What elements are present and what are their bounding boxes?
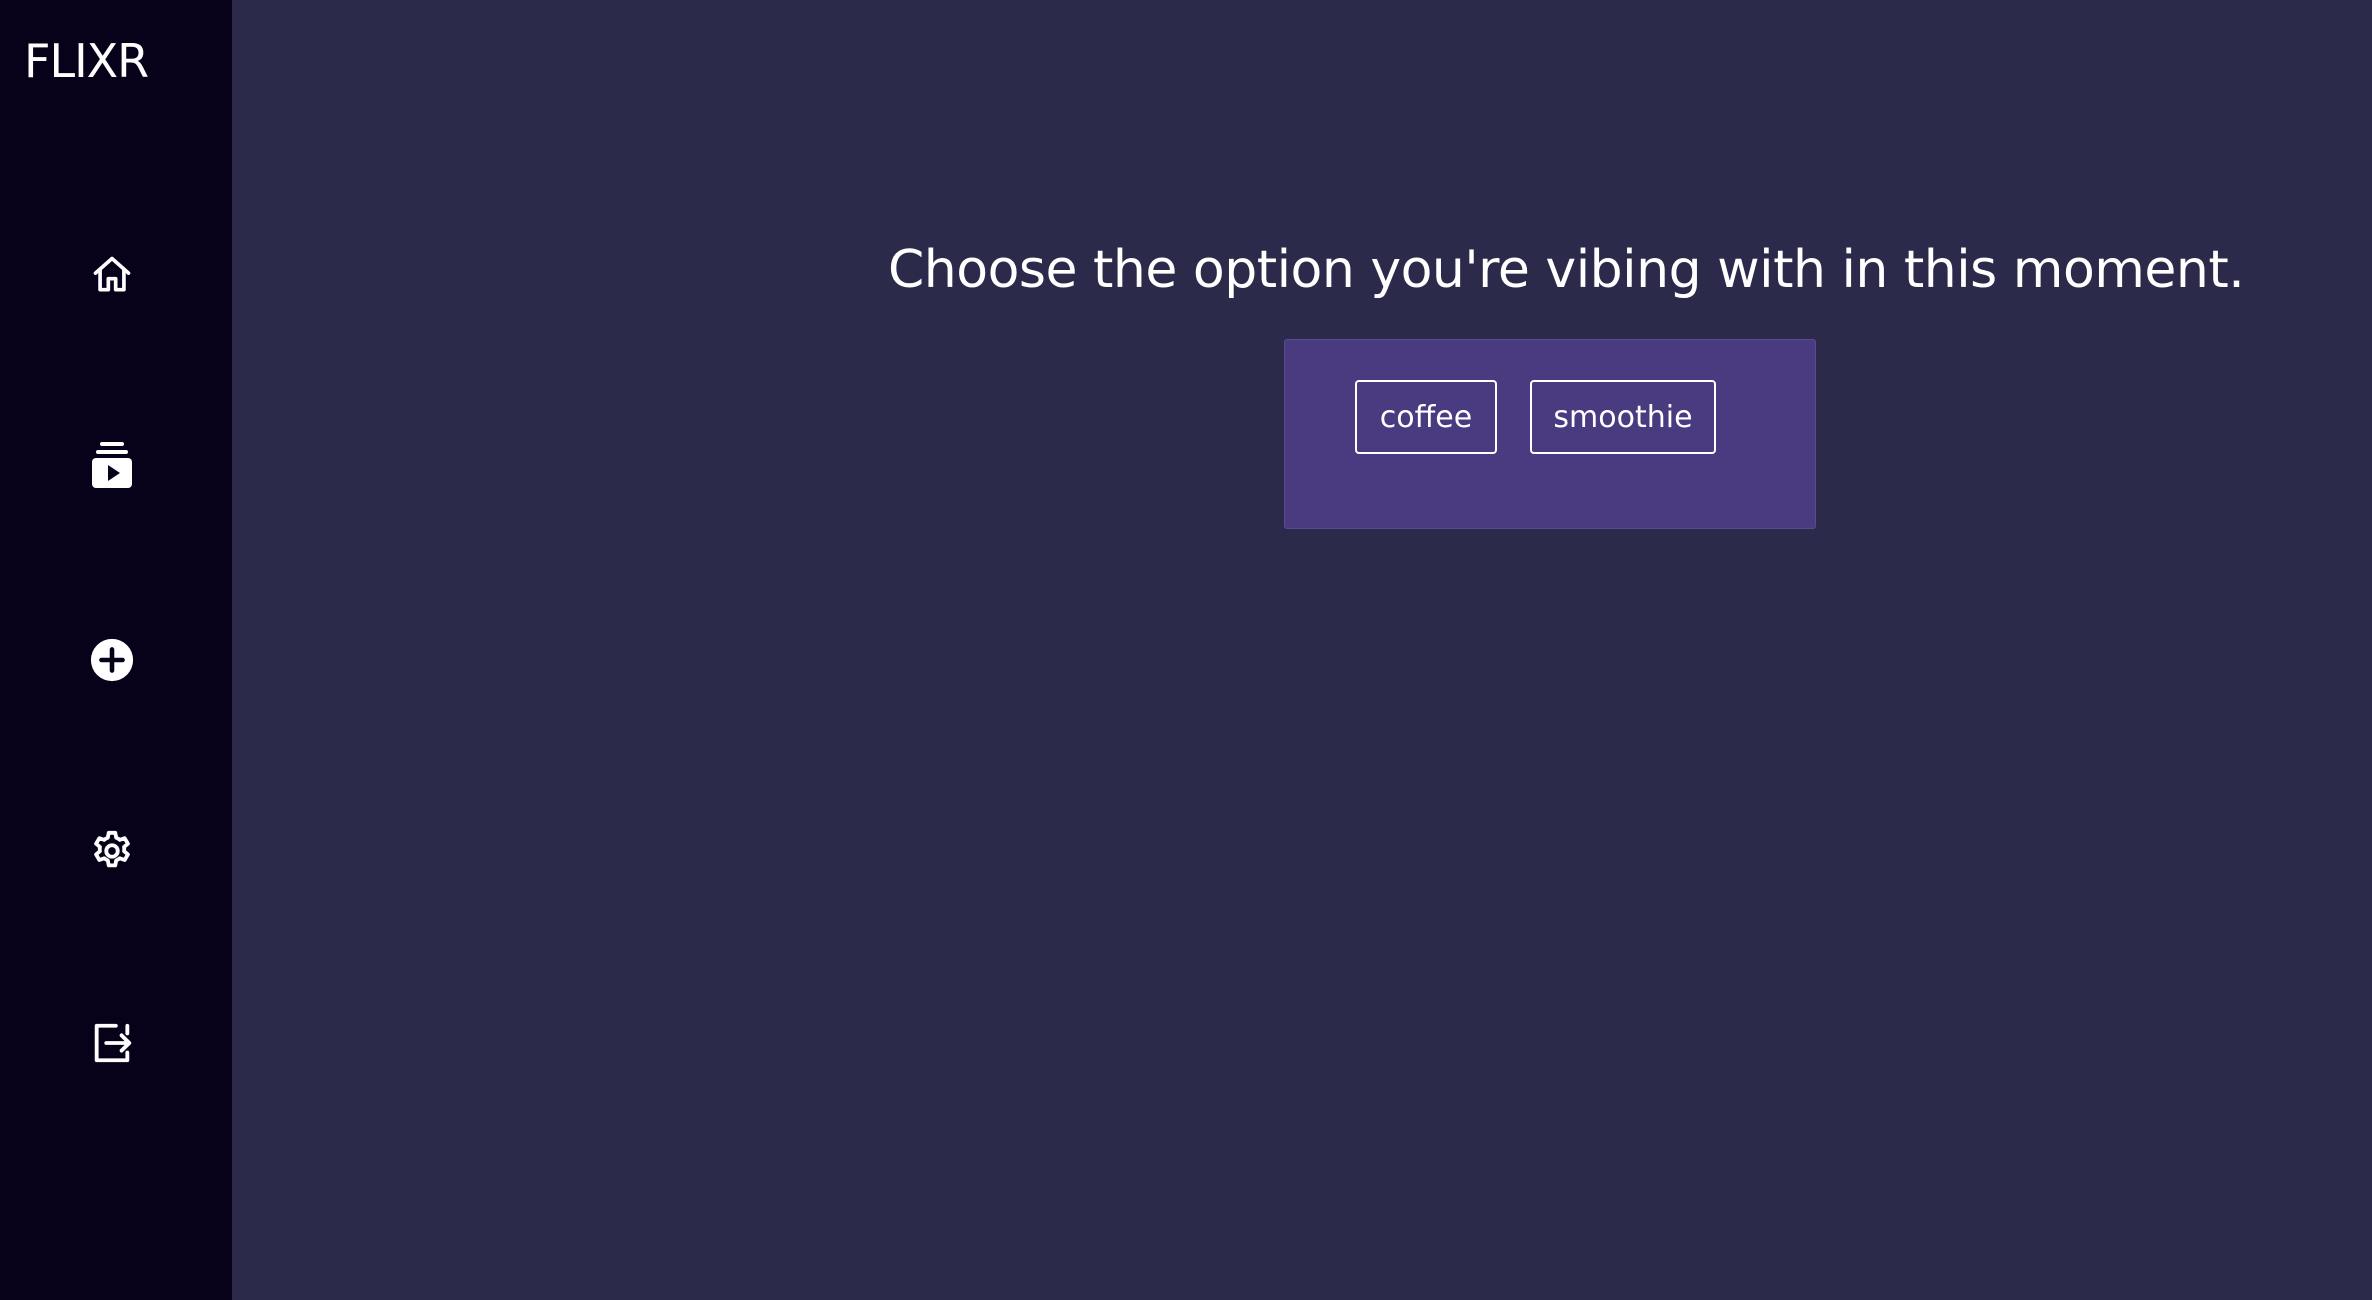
option-button-smoothie[interactable]: smoothie [1530, 380, 1716, 454]
add-circle-icon [90, 638, 134, 682]
sidebar-item-settings[interactable] [82, 821, 142, 881]
sidebar-item-videos[interactable] [82, 436, 142, 496]
page-title: Choose the option you're vibing with in … [888, 240, 2245, 300]
app-logo[interactable]: FLIXR [24, 34, 149, 88]
option-button-coffee[interactable]: coffee [1355, 380, 1497, 454]
main-content: Choose the option you're vibing with in … [232, 0, 2372, 1300]
sidebar: FLIXR [0, 0, 232, 1300]
home-icon [93, 256, 131, 292]
sidebar-item-logout[interactable] [82, 1013, 142, 1073]
logout-icon [94, 1023, 132, 1063]
sidebar-item-add[interactable] [82, 630, 142, 690]
options-panel: coffee smoothie [1284, 339, 1816, 529]
gear-icon [94, 830, 130, 868]
video-library-icon [92, 442, 132, 488]
sidebar-item-home[interactable] [82, 245, 142, 305]
